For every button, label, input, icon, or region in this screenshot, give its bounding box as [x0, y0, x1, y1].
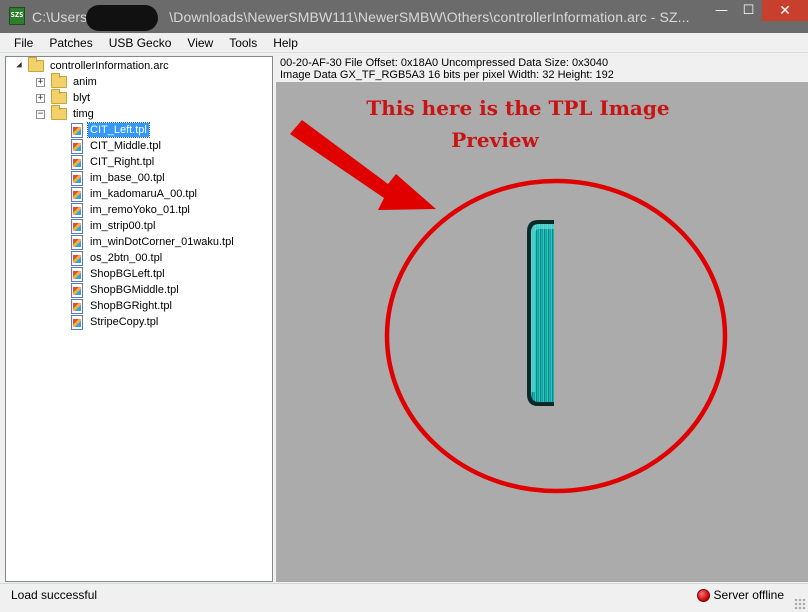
collapse-icon[interactable]: − — [36, 109, 45, 119]
tree-root-label: controllerInformation.arc — [50, 60, 169, 72]
tree-folder-label: timg — [73, 108, 94, 120]
tree-file-item[interactable]: StripeCopy.tpl — [71, 314, 160, 330]
title-bar: SZS C:\Users\ \Downloads\NewerSMBW111\New… — [0, 0, 808, 33]
tree-file-label: os_2btn_00.tpl — [90, 252, 163, 264]
status-bar: Load successful Server offline — [0, 583, 808, 612]
menu-view[interactable]: View — [179, 36, 221, 50]
tree-file-label: CIT_Left.tpl — [87, 122, 150, 138]
tpl-file-icon — [71, 282, 83, 298]
tpl-texture — [527, 220, 554, 406]
tree-file-label: im_remoYoko_01.tpl — [90, 204, 190, 216]
tree-file-item[interactable]: CIT_Middle.tpl — [71, 138, 163, 154]
tpl-file-icon — [71, 154, 83, 170]
tree-root[interactable]: ◢ controllerInformation.arc — [16, 57, 171, 74]
tpl-file-icon — [71, 250, 83, 266]
tree-file-label: StripeCopy.tpl — [90, 316, 159, 328]
minimize-button[interactable]: — — [708, 0, 735, 21]
tree-file-label: CIT_Right.tpl — [90, 156, 155, 168]
tpl-file-icon — [71, 234, 83, 250]
tpl-file-icon — [71, 266, 83, 282]
annotation-text-line2: Preview — [451, 128, 539, 152]
menu-tools[interactable]: Tools — [221, 36, 265, 50]
status-message: Load successful — [11, 588, 98, 602]
tree-file-item[interactable]: CIT_Left.tpl — [71, 122, 150, 138]
tpl-file-icon — [71, 186, 83, 202]
redaction-blob — [86, 4, 158, 31]
folder-icon — [51, 105, 67, 120]
tree-file-item[interactable]: im_base_00.tpl — [71, 170, 167, 186]
folder-icon — [28, 57, 44, 72]
app-icon: SZS — [9, 6, 25, 25]
annotation-circle — [384, 178, 728, 494]
tree-file-label: ShopBGMiddle.tpl — [90, 284, 179, 296]
server-status-icon — [696, 588, 710, 602]
tree-file-item[interactable]: im_remoYoko_01.tpl — [71, 202, 192, 218]
info-line-format: Image Data GX_TF_RGB5A3 16 bits per pixe… — [280, 69, 614, 81]
folder-icon — [51, 73, 67, 88]
tree-file-item[interactable]: CIT_Right.tpl — [71, 154, 156, 170]
tree-file-label: ShopBGLeft.tpl — [90, 268, 165, 280]
tree-file-item[interactable]: ShopBGRight.tpl — [71, 298, 174, 314]
menu-file[interactable]: File — [8, 36, 41, 50]
tree-file-item[interactable]: ShopBGMiddle.tpl — [71, 282, 181, 298]
window-title-prefix: C:\Users\ — [32, 8, 92, 25]
menu-patches[interactable]: Patches — [41, 36, 100, 50]
window-controls: — ☐ ✕ — [708, 0, 808, 22]
expand-icon[interactable]: + — [36, 93, 45, 103]
folder-icon — [51, 89, 67, 104]
tree-file-item[interactable]: im_kadomaruA_00.tpl — [71, 186, 199, 202]
tpl-file-icon — [71, 138, 83, 154]
tree-file-item[interactable]: im_strip00.tpl — [71, 218, 157, 234]
window-title-suffix: \Downloads\NewerSMBW111\NewerSMBW\Others… — [169, 8, 690, 25]
info-line-offset: 00-20-AF-30 File Offset: 0x18A0 Uncompre… — [280, 57, 609, 69]
tree-file-label: im_kadomaruA_00.tpl — [90, 188, 198, 200]
tree-file-label: CIT_Middle.tpl — [90, 140, 161, 152]
arrow-icon — [290, 120, 436, 210]
annotation-text-line1: This here is the TPL Image — [366, 96, 669, 120]
tree-file-label: ShopBGRight.tpl — [90, 300, 172, 312]
tpl-file-icon — [71, 298, 83, 314]
tree-folder-label: blyt — [73, 92, 91, 104]
tree-file-item[interactable]: im_winDotCorner_01waku.tpl — [71, 234, 236, 250]
close-button[interactable]: ✕ — [762, 0, 808, 21]
menu-usb-gecko[interactable]: USB Gecko — [101, 36, 180, 50]
server-status[interactable]: Server offline — [696, 588, 784, 602]
menu-help[interactable]: Help — [265, 36, 306, 50]
preview-canvas: This here is the TPL Image Preview — [290, 96, 728, 494]
window-title: C:\Users\ \Downloads\NewerSMBW111\NewerSM… — [32, 4, 690, 31]
tpl-image-preview: This here is the TPL Image Preview — [276, 82, 808, 582]
tpl-file-icon — [71, 314, 83, 330]
tree-folder-timg[interactable]: − timg — [36, 105, 96, 122]
expand-icon[interactable]: + — [36, 77, 45, 87]
tpl-file-icon — [71, 218, 83, 234]
server-status-label: Server offline — [713, 588, 784, 602]
tree-folder-blyt[interactable]: + blyt — [36, 89, 92, 106]
maximize-button[interactable]: ☐ — [735, 0, 762, 21]
tree-folder-anim[interactable]: + anim — [36, 73, 99, 90]
tree-file-item[interactable]: os_2btn_00.tpl — [71, 250, 164, 266]
tree-file-label: im_winDotCorner_01waku.tpl — [90, 236, 234, 248]
tpl-file-icon — [71, 122, 83, 138]
tree-file-label: im_strip00.tpl — [90, 220, 156, 232]
image-info: 00-20-AF-30 File Offset: 0x18A0 Uncompre… — [280, 57, 800, 81]
tpl-file-icon — [71, 170, 83, 186]
menu-bar: File Patches USB Gecko View Tools Help — [0, 33, 808, 53]
resize-grip-icon[interactable] — [794, 598, 806, 610]
tree-folder-label: anim — [73, 76, 97, 88]
tree-file-item[interactable]: ShopBGLeft.tpl — [71, 266, 167, 282]
tree-file-label: im_base_00.tpl — [90, 172, 165, 184]
collapse-icon[interactable]: ◢ — [16, 60, 22, 71]
file-tree[interactable]: ◢ controllerInformation.arc + anim + bly… — [5, 56, 273, 582]
tpl-file-icon — [71, 202, 83, 218]
